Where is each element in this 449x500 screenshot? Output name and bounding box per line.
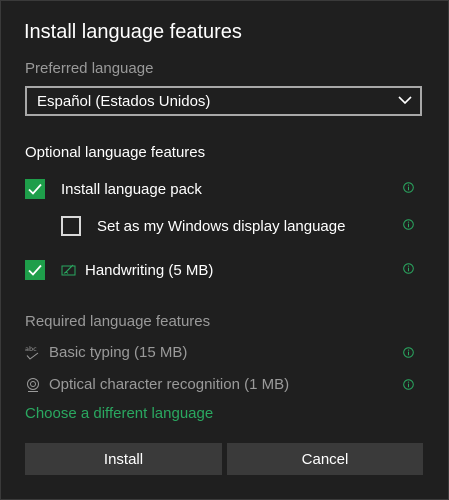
- basic-typing-row: abc Basic typing (15 MB): [25, 344, 187, 361]
- info-icon[interactable]: [403, 347, 414, 358]
- optional-features-heading: Optional language features: [25, 144, 206, 161]
- preferred-language-select[interactable]: Español (Estados Unidos): [25, 86, 422, 116]
- ocr-label: Optical character recognition (1 MB): [49, 376, 290, 393]
- preferred-language-value: Español (Estados Unidos): [37, 92, 211, 110]
- info-icon[interactable]: [403, 219, 414, 230]
- handwriting-checkbox[interactable]: [25, 260, 45, 280]
- handwriting-row[interactable]: Handwriting (5 MB): [25, 260, 213, 280]
- info-icon[interactable]: [403, 379, 414, 390]
- display-language-row[interactable]: Set as my Windows display language: [61, 216, 345, 236]
- install-button[interactable]: Install: [25, 443, 222, 475]
- preferred-language-label: Preferred language: [25, 60, 154, 77]
- basic-typing-icon: abc: [25, 345, 39, 360]
- handwriting-icon: [61, 264, 76, 276]
- handwriting-label: Handwriting (5 MB): [85, 261, 214, 279]
- info-icon[interactable]: [403, 263, 414, 274]
- required-features-heading: Required language features: [25, 313, 211, 330]
- ocr-row: Optical character recognition (1 MB): [25, 376, 289, 393]
- install-language-pack-checkbox[interactable]: [25, 179, 45, 199]
- check-icon: [28, 183, 42, 195]
- install-language-pack-label: Install language pack: [61, 180, 202, 198]
- info-icon[interactable]: [403, 182, 414, 193]
- install-language-pack-row[interactable]: Install language pack: [25, 179, 202, 199]
- check-icon: [28, 264, 42, 276]
- abc-icon-text: abc: [25, 345, 37, 353]
- choose-different-language-link[interactable]: Choose a different language: [25, 405, 213, 422]
- chevron-down-icon: [398, 96, 412, 105]
- cancel-button[interactable]: Cancel: [227, 443, 423, 475]
- display-language-label: Set as my Windows display language: [97, 217, 346, 235]
- basic-typing-label: Basic typing (15 MB): [49, 344, 188, 361]
- install-language-features-dialog: Install language features Preferred lang…: [0, 0, 449, 500]
- ocr-icon: [27, 377, 39, 392]
- display-language-checkbox[interactable]: [61, 216, 81, 236]
- dialog-title: Install language features: [24, 21, 242, 43]
